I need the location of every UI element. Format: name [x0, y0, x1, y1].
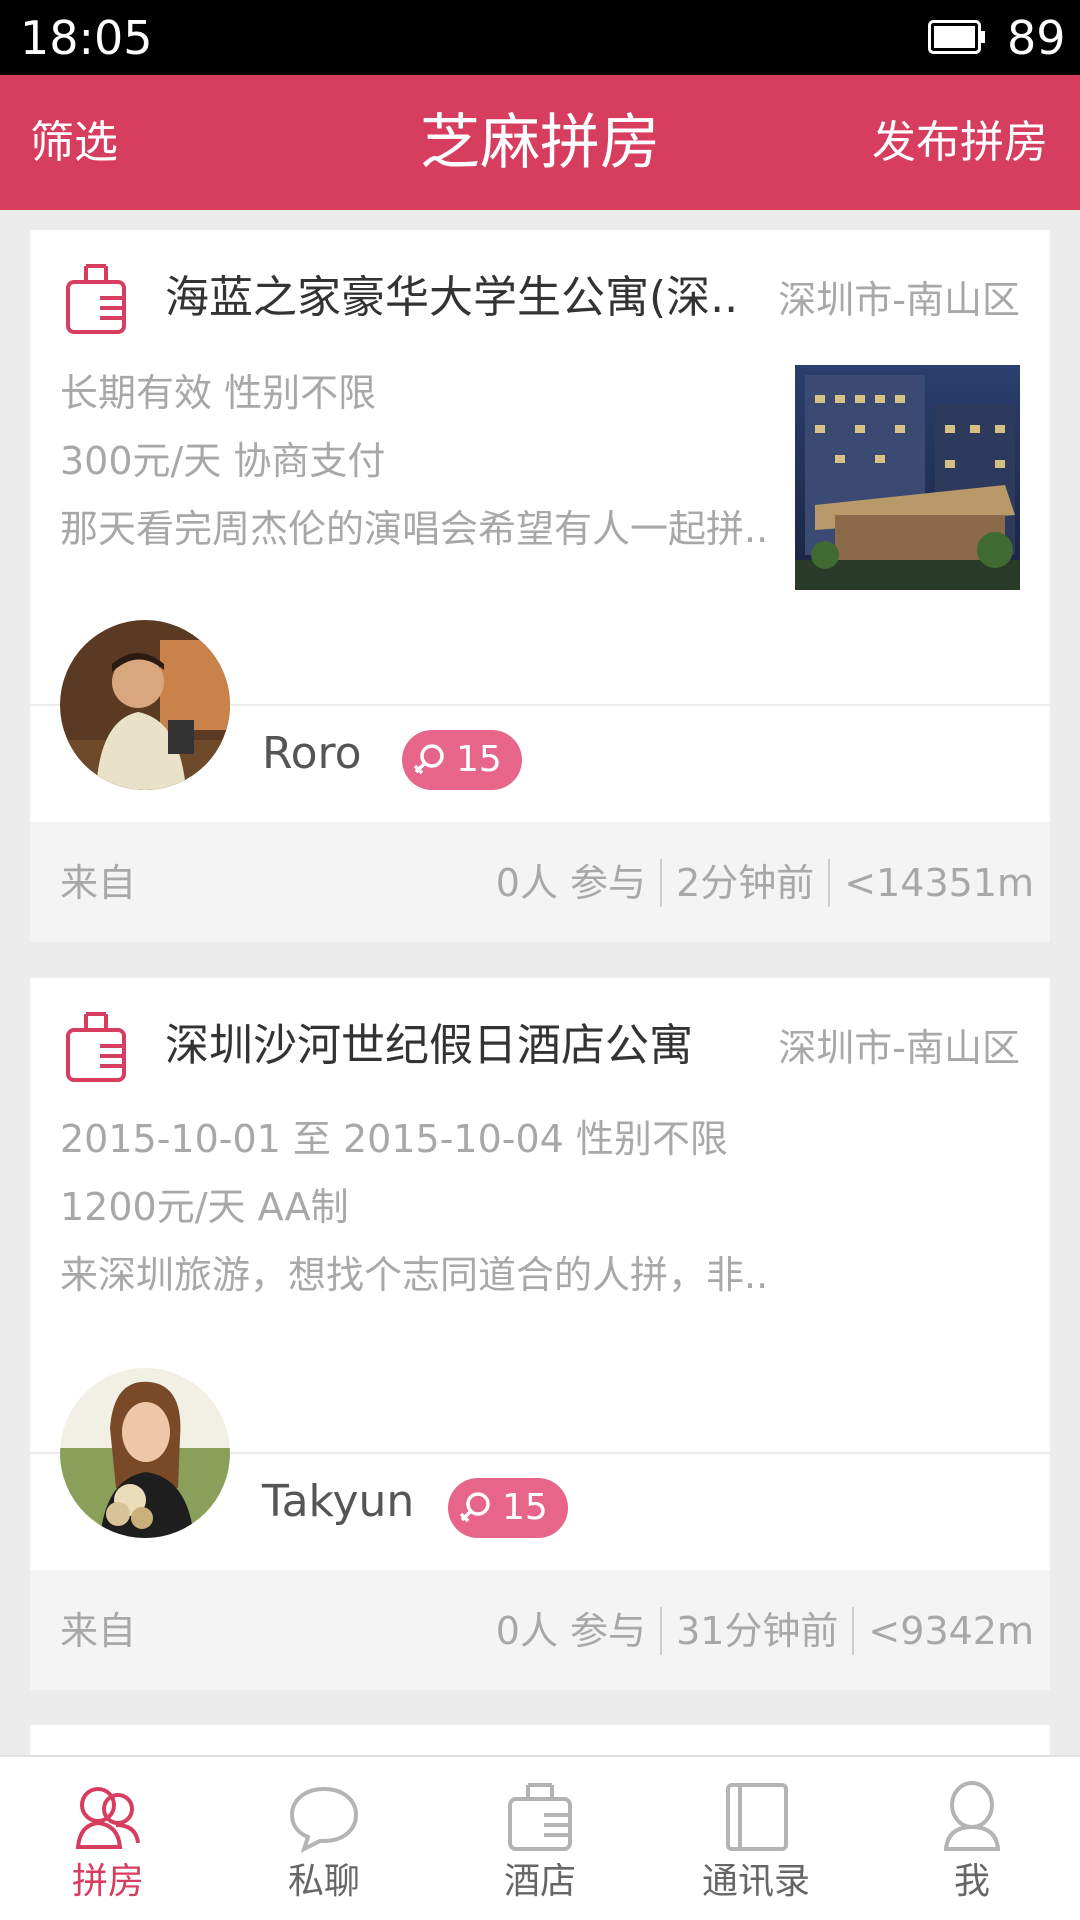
- battery-level: 89: [1007, 11, 1066, 65]
- stat-separator: [660, 1607, 663, 1655]
- avatar[interactable]: [60, 620, 230, 790]
- nav-label: 拼房: [71, 1861, 144, 1902]
- listing-card[interactable]: 海蓝之家豪华大学生公寓(深.. 深圳市-南山区 长期有效 性别不限 300元/天…: [30, 230, 1050, 942]
- listing-location: 深圳市-南山区: [778, 1026, 1020, 1070]
- nav-label: 私聊: [287, 1861, 360, 1902]
- avatar[interactable]: [60, 1368, 230, 1538]
- stat-separator: [852, 1607, 855, 1655]
- distance: <14351m: [844, 861, 1034, 905]
- contacts-book-icon: [726, 1783, 788, 1851]
- stat-separator: [828, 859, 831, 907]
- publish-button[interactable]: 发布拼房: [872, 113, 1048, 173]
- participants-count: 0人 参与: [495, 861, 647, 905]
- status-bar: 18:05 89: [0, 0, 1080, 75]
- listing-dates: 2015-10-01 至 2015-10-04 性别不限: [60, 1117, 728, 1161]
- badge-count: 15: [456, 739, 502, 780]
- stat-separator: [660, 859, 663, 907]
- listing-price: 1200元/天 AA制: [60, 1185, 349, 1229]
- listing-price: 300元/天 协商支付: [60, 439, 386, 483]
- post-time: 31分钟前: [676, 1609, 839, 1653]
- participants-count: 0人 参与: [495, 1609, 647, 1653]
- hotel-luggage-icon: [508, 1783, 572, 1851]
- from-label: 来自: [60, 861, 137, 905]
- gender-badge: 15: [448, 1478, 568, 1538]
- username: Roro: [262, 728, 362, 779]
- female-icon: [413, 744, 444, 775]
- profile-icon: [943, 1781, 1001, 1851]
- distance: <9342m: [868, 1609, 1034, 1653]
- badge-count: 15: [502, 1487, 548, 1528]
- card-stats: 0人 参与 2分钟前 <14351m: [496, 858, 1034, 908]
- nav-label: 我: [953, 1861, 990, 1902]
- nav-item-me[interactable]: 我: [864, 1757, 1080, 1920]
- listing-card[interactable]: 深圳沙河世纪假日酒店公寓 深圳市-南山区 2015-10-01 至 2015-1…: [30, 978, 1050, 1690]
- nav-item-chat[interactable]: 私聊: [216, 1757, 432, 1920]
- nav-item-roommates[interactable]: 拼房: [0, 1757, 216, 1920]
- card-footer: 来自 0人 参与 2分钟前 <14351m: [30, 822, 1050, 942]
- post-time: 2分钟前: [676, 861, 815, 905]
- battery-icon: [928, 20, 985, 54]
- listing-title: 深圳沙河世纪假日酒店公寓: [165, 1020, 693, 1071]
- luggage-icon: [66, 1012, 126, 1082]
- chat-bubble-icon: [289, 1786, 359, 1853]
- nav-label: 酒店: [503, 1861, 576, 1902]
- nav-label: 通讯录: [701, 1861, 810, 1902]
- from-label: 来自: [60, 1609, 137, 1653]
- gender-badge: 15: [402, 730, 522, 790]
- roommates-icon: [75, 1787, 140, 1849]
- female-icon: [459, 1492, 490, 1523]
- listing-validity: 长期有效 性别不限: [60, 371, 377, 415]
- listing-location: 深圳市-南山区: [778, 278, 1020, 322]
- card-footer: 来自 0人 参与 31分钟前 <9342m: [30, 1570, 1050, 1690]
- username: Takyun: [262, 1476, 415, 1527]
- card-stats: 0人 参与 31分钟前 <9342m: [496, 1606, 1034, 1656]
- nav-item-hotel[interactable]: 酒店: [432, 1757, 648, 1920]
- listing-photo[interactable]: [795, 365, 1020, 590]
- luggage-icon: [66, 264, 126, 334]
- bottom-nav: 拼房 私聊 酒店 通讯录 我: [0, 1755, 1080, 1920]
- app-bar: 筛选 芝麻拼房 发布拼房: [0, 75, 1080, 210]
- listing-title: 海蓝之家豪华大学生公寓(深..: [165, 272, 739, 323]
- listing-description: 那天看完周杰伦的演唱会希望有人一起拼..: [60, 507, 769, 551]
- nav-item-contacts[interactable]: 通讯录: [648, 1757, 864, 1920]
- listing-description: 来深圳旅游，想找个志同道合的人拼，非..: [60, 1253, 769, 1297]
- status-time: 18:05: [20, 11, 153, 65]
